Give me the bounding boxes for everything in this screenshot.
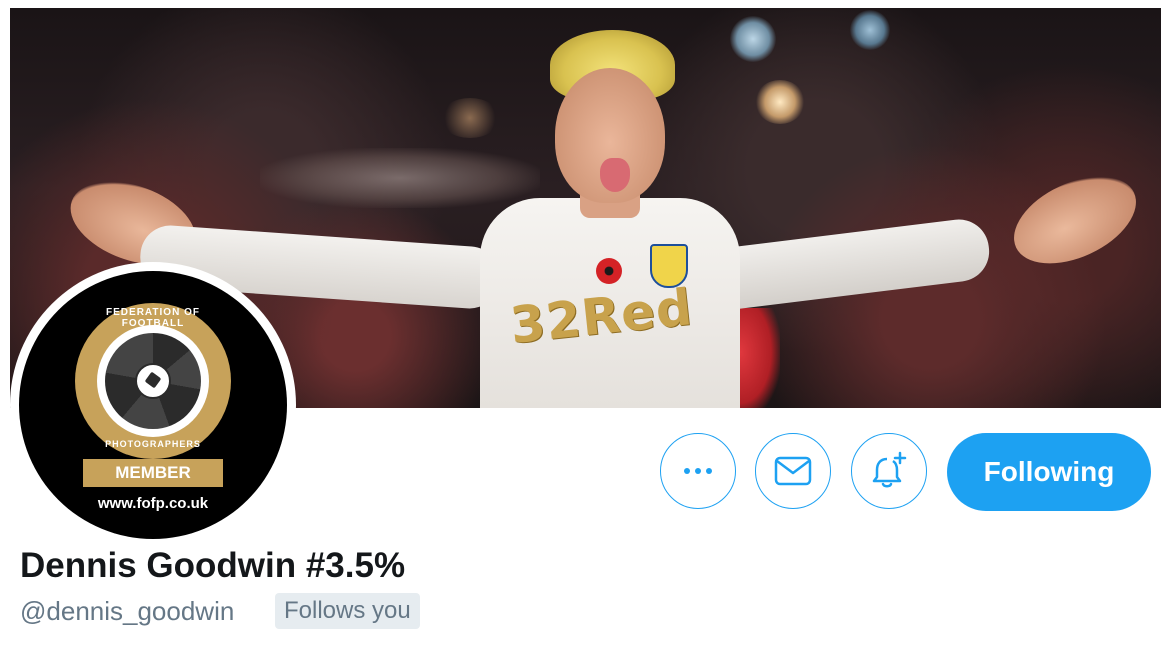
more-horizontal-icon [684,468,712,474]
follows-you-badge: Follows you [275,593,420,629]
player-tongue [600,158,630,192]
envelope-icon [774,456,812,486]
camera-aperture-icon [105,333,201,429]
profile-handle: @dennis_goodwin [20,596,235,626]
fofp-logo-inner [97,325,209,437]
more-options-button[interactable] [660,433,736,509]
fofp-logo-ring: FEDERATION OF FOOTBALL PHOTOGRAPHERS [75,303,231,459]
player-right-hand [1000,158,1150,282]
member-url: www.fofp.co.uk [97,495,209,512]
profile-header: 32Red FEDERATION OF FOOTBALL PHOTOGRAPHE… [0,0,1161,645]
avatar[interactable]: FEDERATION OF FOOTBALL PHOTOGRAPHERS MEM… [19,271,287,539]
profile-display-name: Dennis Goodwin #3.5% [20,546,406,585]
notifications-button[interactable] [851,433,927,509]
message-button[interactable] [755,433,831,509]
poppy-icon [596,258,622,284]
football-icon [135,363,171,399]
following-button[interactable]: Following [947,433,1151,511]
fofp-ring-bottom-text: PHOTOGRAPHERS [105,439,201,449]
member-label: MEMBER [83,459,223,487]
bell-plus-icon [872,451,907,488]
